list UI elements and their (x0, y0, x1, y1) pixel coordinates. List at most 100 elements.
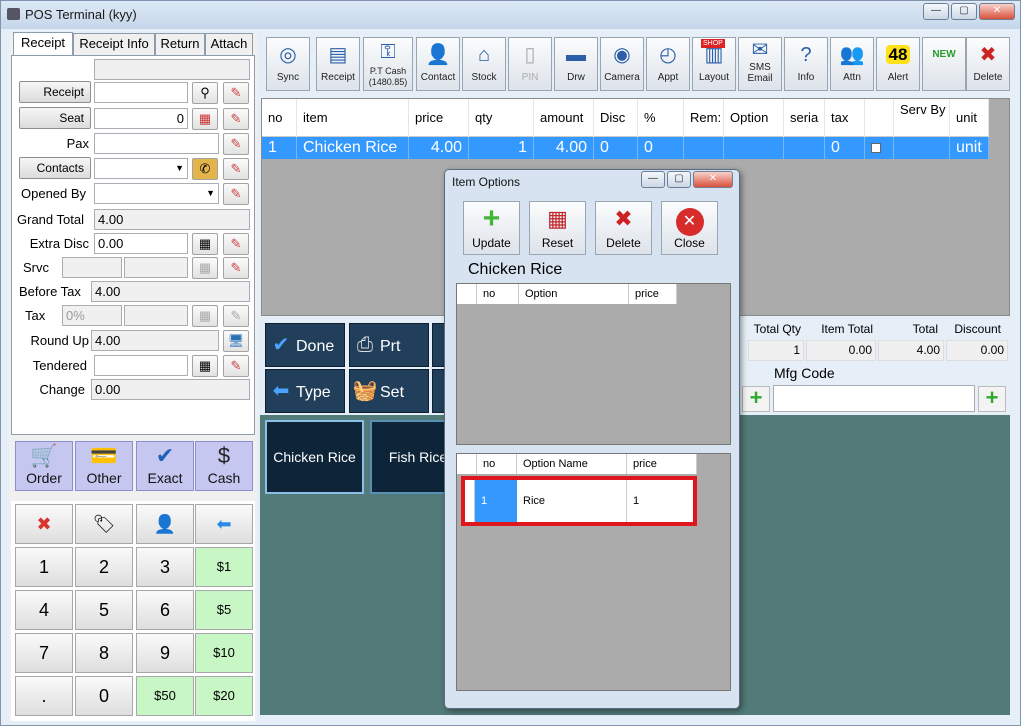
category-chicken-rice[interactable]: Chicken Rice (265, 420, 364, 494)
tag-key[interactable]: 🏷 (75, 504, 133, 544)
table-row[interactable]: 1 Chicken Rice 4.00 1 4.00 0 0 0 unit (262, 137, 989, 159)
other-button[interactable]: 💳 Other (75, 441, 133, 491)
update-button[interactable]: + Update (463, 201, 520, 255)
pt-cash-button[interactable]: ⚿ P.T Cash (1480.85) (363, 37, 413, 91)
key-4[interactable]: 4 (15, 590, 73, 630)
new-button[interactable]: NEW (922, 37, 966, 91)
tab-return[interactable]: Return (155, 33, 205, 55)
attn-button[interactable]: 👥 Attn (830, 37, 874, 91)
close-window-button[interactable]: ✕ (979, 3, 1015, 20)
eraser-icon[interactable]: ✎ (223, 108, 249, 130)
col-unit[interactable]: unit (950, 99, 989, 137)
col-no[interactable]: no (477, 454, 517, 474)
key-dot[interactable]: . (15, 676, 73, 716)
address-book-icon[interactable]: ✆ (192, 158, 218, 180)
key-6[interactable]: 6 (136, 590, 194, 630)
type-button[interactable]: ⬅ Type (265, 369, 345, 413)
eraser-icon[interactable]: ✎ (223, 355, 249, 377)
plus-icon[interactable]: + (978, 386, 1006, 412)
camera-button[interactable]: ◉ Camera (600, 37, 644, 91)
seat-stepper[interactable]: 0 (94, 108, 188, 129)
close-button[interactable]: ✕ Close (661, 201, 718, 255)
key-1[interactable]: 1 (15, 547, 73, 587)
cash-button[interactable]: $ Cash (195, 441, 253, 491)
dialog-close-window-button[interactable]: ✕ (693, 171, 733, 188)
key-1-dollar[interactable]: $1 (195, 547, 253, 587)
mfg-code-field[interactable] (773, 385, 975, 412)
col-price[interactable]: price (627, 454, 697, 474)
exact-button[interactable]: ✔ Exact (136, 441, 194, 491)
sync-button[interactable]: ◎ Sync (266, 37, 310, 91)
stock-button[interactable]: ⌂ Stock (462, 37, 506, 91)
key-5[interactable]: 5 (75, 590, 133, 630)
col-item[interactable]: item (297, 99, 409, 137)
col-option[interactable]: Option (519, 284, 629, 304)
row-checkbox[interactable] (871, 143, 881, 153)
order-button[interactable]: 🛒 Order (15, 441, 73, 491)
key-2[interactable]: 2 (75, 547, 133, 587)
calculator-icon[interactable]: ▦ (192, 355, 218, 377)
contact-button[interactable]: 👤 Contact (416, 37, 460, 91)
alert-button[interactable]: 48 Alert (876, 37, 920, 91)
extra-disc-field[interactable]: 0.00 (94, 233, 188, 254)
user-key[interactable]: 👤 (136, 504, 194, 544)
receipt-button[interactable]: Receipt (19, 81, 91, 103)
opened-by-select[interactable]: ▼ (94, 183, 219, 204)
eraser-icon[interactable]: ✎ (223, 158, 249, 180)
pax-field[interactable] (94, 133, 219, 154)
col-serial[interactable]: seria (784, 99, 825, 137)
receipt-toolbar-button[interactable]: ▤ Receipt (316, 37, 360, 91)
key-50-dollar[interactable]: $50 (136, 676, 194, 716)
col-disc[interactable]: Disc (594, 99, 638, 137)
sms-email-button[interactable]: ✉ SMS Email (738, 37, 782, 91)
seat-map-icon[interactable]: ▦ (192, 108, 218, 130)
key-8[interactable]: 8 (75, 633, 133, 673)
col-tax[interactable]: tax (825, 99, 865, 137)
col-remarks[interactable]: Rem: (684, 99, 724, 137)
col-qty[interactable]: qty (469, 99, 534, 137)
col-no[interactable]: no (262, 99, 297, 137)
search-icon[interactable]: ⚲ (192, 82, 218, 104)
col-flag[interactable] (865, 99, 894, 137)
eraser-icon[interactable]: ✎ (223, 233, 249, 255)
option-names-grid[interactable]: no Option Name price 1 Rice 1 (456, 453, 731, 691)
col-price[interactable]: price (629, 284, 677, 304)
delete-toolbar-button[interactable]: ✖ Delete (966, 37, 1010, 91)
reset-button[interactable]: ▦ Reset (529, 201, 586, 255)
key-3[interactable]: 3 (136, 547, 194, 587)
monitor-icon[interactable]: 🖥 (223, 330, 249, 352)
done-button[interactable]: ✔ Done (265, 323, 345, 367)
options-grid[interactable]: no Option price (456, 283, 731, 445)
col-price[interactable]: price (409, 99, 469, 137)
col-serv-by[interactable]: Serv By (894, 99, 950, 137)
dialog-maximize-button[interactable]: ▢ (667, 171, 691, 188)
appt-button[interactable]: ◴ Appt (646, 37, 690, 91)
key-5-dollar[interactable]: $5 (195, 590, 253, 630)
col-amount[interactable]: amount (534, 99, 594, 137)
print-full-button[interactable]: ⎙Prt Full (349, 323, 429, 397)
eraser-icon[interactable]: ✎ (223, 183, 249, 205)
calculator-icon[interactable]: ▦ (192, 233, 218, 255)
layout-button[interactable]: SHOP ▥ Layout (692, 37, 736, 91)
backspace-key[interactable]: ⬅ (195, 504, 253, 544)
cancel-key[interactable]: ✖ (15, 504, 73, 544)
eraser-icon[interactable]: ✎ (223, 257, 249, 279)
set-button[interactable]: 🧺 Set (349, 369, 429, 413)
key-20-dollar[interactable]: $20 (195, 676, 253, 716)
cell-checkbox[interactable] (865, 137, 894, 159)
drawer-button[interactable]: ▬ Drw (554, 37, 598, 91)
contacts-select[interactable]: ▼ (94, 158, 188, 179)
dialog-minimize-button[interactable]: — (641, 171, 665, 188)
table-row[interactable]: 1 Rice 1 (461, 476, 697, 526)
tab-attach[interactable]: Attach (205, 33, 253, 55)
col-option-name[interactable]: Option Name (517, 454, 627, 474)
col-option[interactable]: Option (724, 99, 784, 137)
plus-icon[interactable]: + (742, 386, 770, 412)
eraser-icon[interactable]: ✎ (223, 82, 249, 104)
maximize-button[interactable]: ▢ (951, 3, 977, 20)
receipt-field[interactable] (94, 82, 188, 103)
eraser-icon[interactable]: ✎ (223, 133, 249, 155)
key-9[interactable]: 9 (136, 633, 194, 673)
key-10-dollar[interactable]: $10 (195, 633, 253, 673)
tendered-field[interactable] (94, 355, 188, 376)
